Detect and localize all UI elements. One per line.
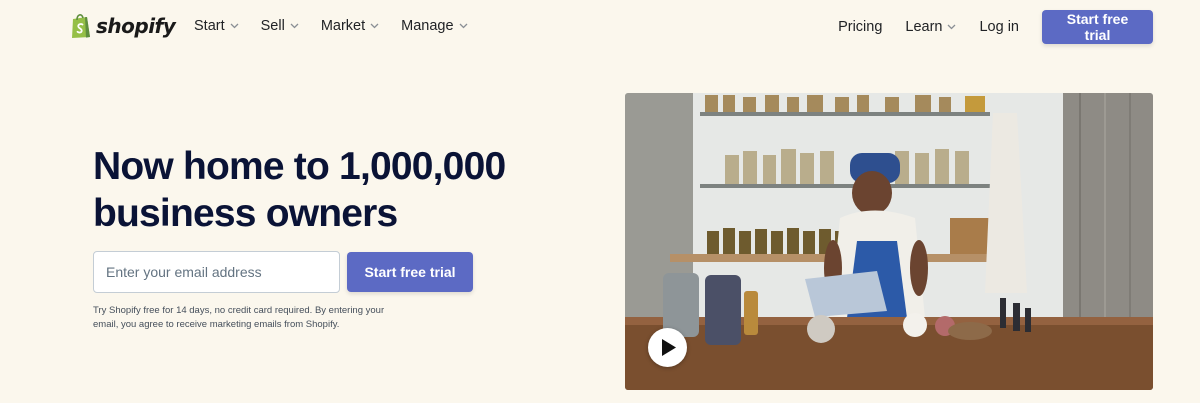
login-link[interactable]: Log in: [979, 19, 1019, 35]
nav-manage-label: Manage: [401, 18, 454, 34]
chevron-down-icon: [948, 24, 956, 30]
site-header: shopify Start Sell Market Manage Pricing…: [0, 0, 1200, 56]
shopify-logo[interactable]: shopify: [70, 12, 176, 39]
nav-manage[interactable]: Manage: [401, 18, 468, 34]
brand-name: shopify: [96, 13, 176, 38]
chevron-down-icon: [459, 23, 468, 29]
email-input[interactable]: [93, 251, 340, 293]
signup-disclaimer: Try Shopify free for 14 days, no credit …: [93, 305, 385, 330]
nav-sell-label: Sell: [260, 18, 285, 34]
chevron-down-icon: [290, 23, 299, 29]
hero-photo: [625, 93, 1153, 390]
nav-pricing[interactable]: Pricing: [838, 19, 882, 35]
header-start-trial-button[interactable]: Start free trial: [1042, 10, 1153, 44]
nav-learn[interactable]: Learn: [905, 19, 956, 35]
nav-sell[interactable]: Sell: [261, 18, 299, 34]
hero-start-trial-button[interactable]: Start free trial: [347, 252, 473, 292]
hero-video[interactable]: [625, 93, 1153, 390]
chevron-down-icon: [230, 23, 239, 29]
nav-learn-label: Learn: [905, 19, 943, 35]
primary-nav: Start Sell Market Manage: [194, 18, 468, 34]
shopping-bag-icon: [72, 14, 90, 38]
hero-title: Now home to 1,000,000 business owners: [93, 145, 506, 235]
nav-market-label: Market: [320, 18, 366, 34]
chevron-down-icon: [370, 23, 379, 29]
nav-start[interactable]: Start: [194, 18, 239, 34]
signup-form: Start free trial: [93, 251, 473, 293]
secondary-nav: Pricing Learn Log in Start free trial: [838, 10, 1153, 44]
play-button[interactable]: [648, 328, 687, 367]
nav-market[interactable]: Market: [321, 18, 379, 34]
play-icon: [662, 339, 676, 356]
nav-start-label: Start: [194, 18, 225, 34]
